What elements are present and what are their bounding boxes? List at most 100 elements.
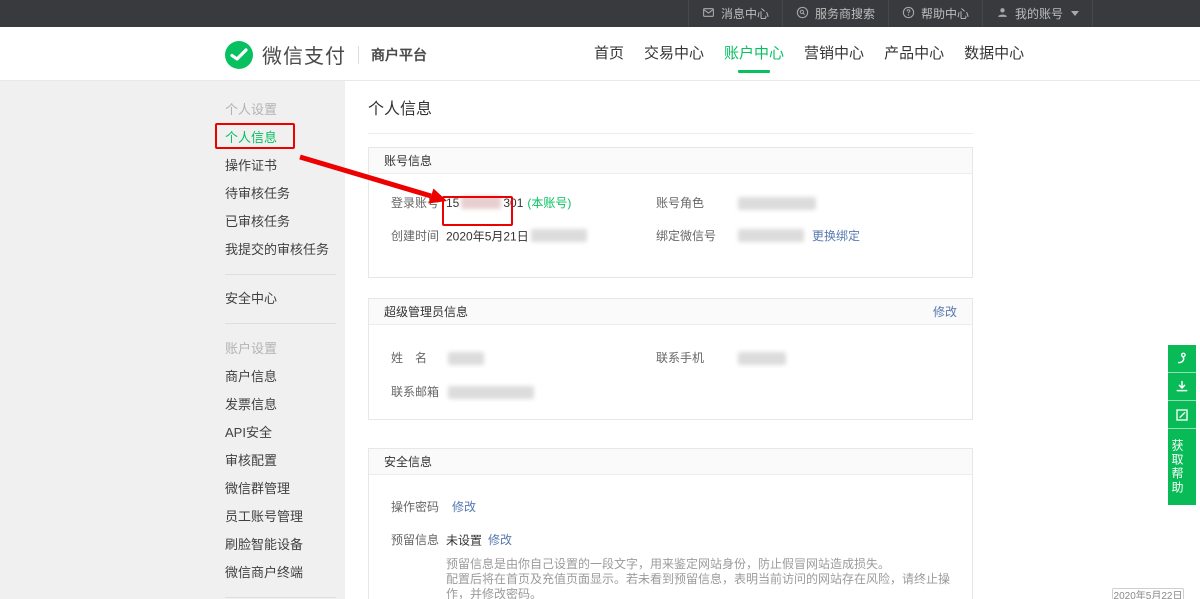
sidebar-item-API安全[interactable]: API安全 — [225, 419, 345, 447]
description-line: 配置后将在首页及充值页面显示。若未看到预留信息，表明当前访问的网站存在风险，请终… — [446, 572, 972, 599]
field-value: 修改 — [446, 499, 476, 513]
nav-tab-首页[interactable]: 首页 — [592, 27, 626, 81]
nav-tab-账户中心[interactable]: 账户中心 — [722, 27, 786, 81]
topbar-item-label: 消息中心 — [721, 5, 769, 22]
sidebar-item-微信群管理[interactable]: 微信群管理 — [225, 475, 345, 503]
sidebar-item-安全中心[interactable]: 安全中心 — [225, 285, 345, 313]
sidebar-item-操作证书[interactable]: 操作证书 — [225, 152, 345, 180]
value-text: 301 — [503, 196, 523, 210]
value-text: 15 — [446, 196, 459, 210]
sidebar-divider — [225, 323, 336, 324]
float-button-download[interactable] — [1168, 373, 1196, 401]
brand-divider — [358, 46, 359, 64]
admin-edit-link[interactable]: 修改 — [933, 299, 957, 325]
field-value: 2020年5月21日 — [446, 228, 589, 242]
sidebar-item-员工账号管理[interactable]: 员工账号管理 — [225, 503, 345, 531]
field-row-姓 名: 姓 名 — [391, 349, 486, 366]
header: 微信支付 商户平台 首页交易中心账户中心营销中心产品中心数据中心 — [0, 27, 1200, 81]
sidebar-list: 个人设置个人信息操作证书待审核任务已审核任务我提交的审核任务安全中心账户设置商户… — [0, 81, 345, 598]
edit-icon — [1174, 407, 1190, 423]
question-circle-icon — [902, 6, 915, 22]
date-tooltip: 2020年5月22日 — [1112, 588, 1184, 599]
current-account-tag: (本账号) — [527, 196, 571, 210]
topbar-item-label: 我的账号 — [1015, 5, 1063, 22]
field-row-账号角色: 账号角色 — [656, 194, 818, 211]
field-label: 联系邮箱 — [391, 383, 446, 400]
brand[interactable]: 微信支付 商户平台 — [225, 40, 427, 69]
field-label: 姓 名 — [391, 349, 446, 366]
admin-info-card-title: 超级管理员信息 — [384, 305, 468, 319]
field-label: 账号角色 — [656, 194, 736, 211]
nav-tab-交易中心[interactable]: 交易中心 — [642, 27, 706, 81]
hook-icon — [1174, 351, 1190, 367]
sidebar-item-审核配置[interactable]: 审核配置 — [225, 447, 345, 475]
sidebar-divider — [225, 597, 336, 598]
field-row-登录账号: 登录账号15301(本账号) — [391, 194, 571, 211]
field-row-创建时间: 创建时间2020年5月21日 — [391, 227, 589, 244]
field-value — [736, 350, 788, 364]
brand-name: 微信支付 — [262, 40, 346, 69]
sidebar-section-header: 账户设置 — [225, 334, 345, 363]
nav-tab-产品中心[interactable]: 产品中心 — [882, 27, 946, 81]
reserved-info-description: 预留信息是由你自己设置的一段文字，用来鉴定网站身份，防止假冒网站造成损失。配置后… — [446, 557, 972, 599]
sidebar-item-刷脸智能设备[interactable]: 刷脸智能设备 — [225, 531, 345, 559]
security-info-card-title: 安全信息 — [384, 455, 432, 469]
search-circle-icon — [796, 6, 809, 22]
field-label: 绑定微信号 — [656, 227, 736, 244]
redacted-value — [738, 352, 786, 365]
field-row-联系邮箱: 联系邮箱 — [391, 383, 536, 400]
sidebar-item-发票信息[interactable]: 发票信息 — [225, 391, 345, 419]
topbar: 消息中心服务商搜索帮助中心 我的账号 — [0, 0, 1200, 27]
sidebar-item-已审核任务[interactable]: 已审核任务 — [225, 208, 345, 236]
sidebar-divider — [225, 274, 336, 275]
main-content: 个人信息 账号信息 登录账号15301(本账号)账号角色创建时间2020年5月2… — [345, 81, 1200, 599]
sidebar-item-商户信息[interactable]: 商户信息 — [225, 363, 345, 391]
redacted-value — [461, 196, 501, 209]
field-label: 操作密码 — [391, 498, 446, 515]
field-value — [736, 195, 818, 209]
main-nav: 首页交易中心账户中心营销中心产品中心数据中心 — [592, 27, 1026, 81]
nav-tab-数据中心[interactable]: 数据中心 — [962, 27, 1026, 81]
page-title: 个人信息 — [368, 95, 432, 119]
sidebar-section-header: 个人设置 — [225, 95, 345, 124]
sidebar-item-个人信息[interactable]: 个人信息 — [225, 124, 345, 152]
field-label: 预留信息 — [391, 531, 446, 548]
field-value — [446, 350, 486, 364]
topbar-items: 消息中心服务商搜索帮助中心 我的账号 — [688, 0, 1093, 27]
sidebar-item-我提交的审核任务[interactable]: 我提交的审核任务 — [225, 236, 345, 264]
float-button-edit[interactable] — [1168, 401, 1196, 429]
security-info-card-header: 安全信息 — [369, 449, 972, 475]
download-icon — [1174, 379, 1190, 395]
account-info-card-header: 账号信息 — [369, 148, 972, 174]
user-icon — [996, 6, 1009, 22]
redacted-value — [531, 229, 587, 242]
link-修改[interactable]: 修改 — [488, 533, 512, 547]
value-text: 未设置 — [446, 533, 482, 547]
topbar-item-1[interactable]: 消息中心 — [688, 0, 782, 27]
sidebar-item-微信商户终端[interactable]: 微信商户终端 — [225, 559, 345, 587]
topbar-item-3[interactable]: 帮助中心 — [888, 0, 982, 27]
brand-subtitle: 商户平台 — [371, 45, 427, 65]
float-button-hook[interactable] — [1168, 345, 1196, 373]
link-修改[interactable]: 修改 — [452, 500, 476, 514]
get-help-button[interactable]: 获取帮助 — [1168, 429, 1196, 505]
field-value: 更换绑定 — [736, 228, 860, 242]
redacted-value — [738, 197, 816, 210]
field-row-预留信息: 预留信息未设置修改 — [391, 531, 512, 548]
account-info-card-title: 账号信息 — [384, 154, 432, 168]
float-help-panel: 获取帮助 — [1168, 345, 1196, 505]
sidebar: 个人设置个人信息操作证书待审核任务已审核任务我提交的审核任务安全中心账户设置商户… — [0, 81, 345, 599]
description-line: 预留信息是由你自己设置的一段文字，用来鉴定网站身份，防止假冒网站造成损失。 — [446, 557, 972, 572]
field-value — [446, 384, 536, 398]
field-label: 联系手机 — [656, 349, 736, 366]
admin-info-card-header: 超级管理员信息 修改 — [369, 299, 972, 325]
account-info-card: 账号信息 登录账号15301(本账号)账号角色创建时间2020年5月21日绑定微… — [368, 147, 973, 278]
security-info-card: 安全信息 预留信息是由你自己设置的一段文字，用来鉴定网站身份，防止假冒网站造成损… — [368, 448, 973, 599]
sidebar-item-待审核任务[interactable]: 待审核任务 — [225, 180, 345, 208]
topbar-item-4[interactable]: 我的账号 — [982, 0, 1093, 27]
page-body: 个人设置个人信息操作证书待审核任务已审核任务我提交的审核任务安全中心账户设置商户… — [0, 81, 1200, 599]
topbar-item-2[interactable]: 服务商搜索 — [782, 0, 888, 27]
nav-tab-营销中心[interactable]: 营销中心 — [802, 27, 866, 81]
link-更换绑定[interactable]: 更换绑定 — [812, 229, 860, 243]
field-row-绑定微信号: 绑定微信号 更换绑定 — [656, 227, 860, 244]
